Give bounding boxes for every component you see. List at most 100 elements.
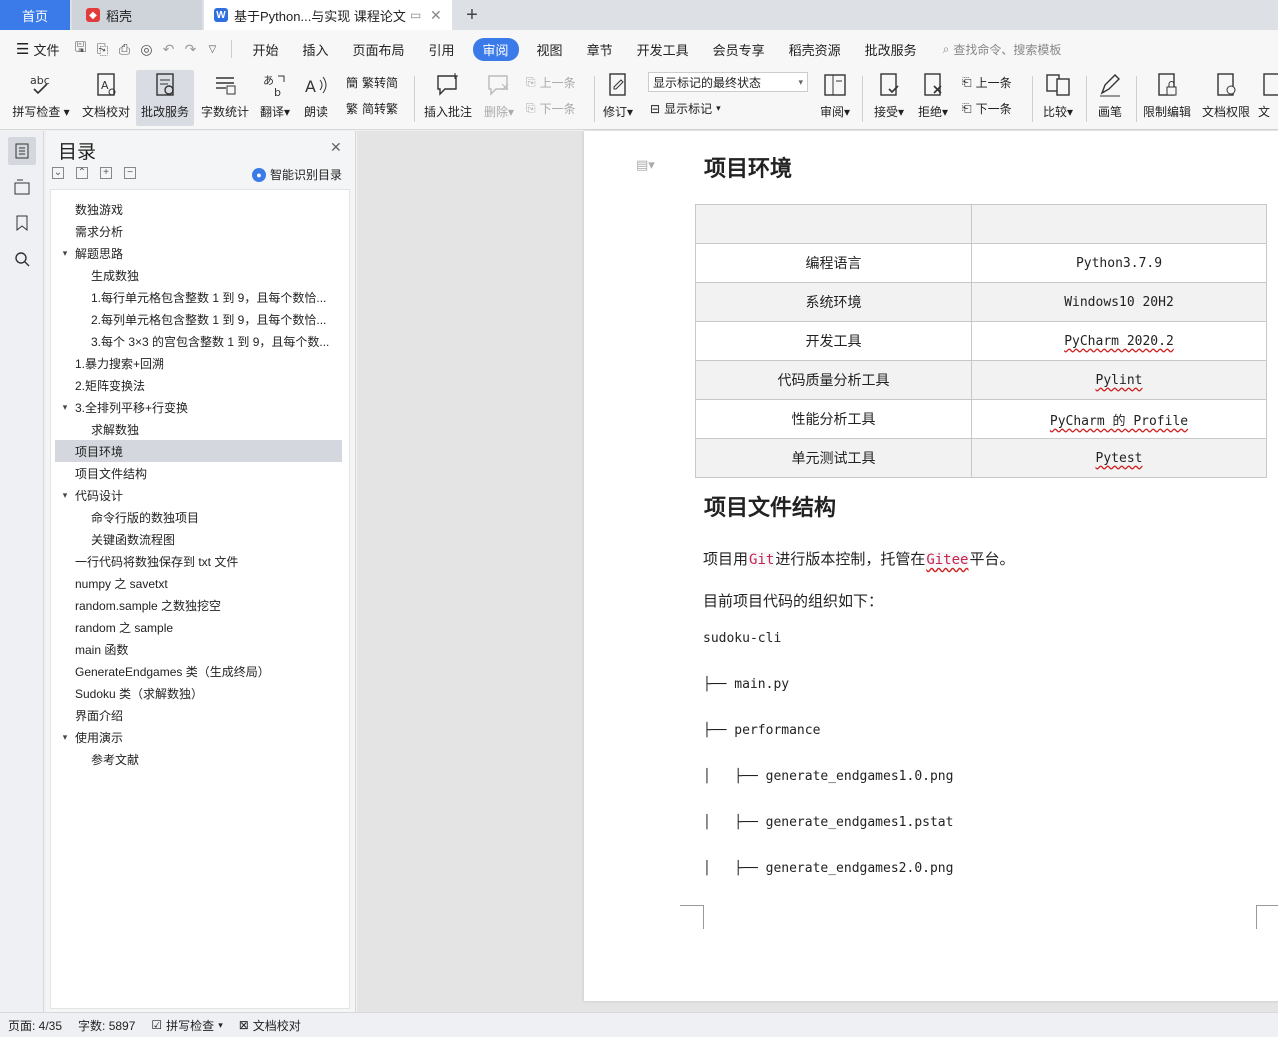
save-icon[interactable]: 🖫 [69, 38, 91, 60]
toc-item[interactable]: 项目文件结构 [55, 462, 342, 484]
review-pane-button[interactable]: 审阅▾ [816, 70, 854, 126]
bookmark-icon[interactable] [8, 209, 36, 237]
menu-tab-2[interactable]: 页面布局 [341, 40, 417, 59]
prev-comment-button[interactable]: ⎘ 上一条 [526, 74, 576, 91]
track-changes-button[interactable]: 修订▾ [600, 70, 636, 126]
tab-home[interactable]: 首页 [0, 0, 70, 30]
toc-item[interactable]: ▾ 代码设计 [55, 484, 342, 506]
tab-daoke[interactable]: ◆ 稻壳 [72, 0, 202, 30]
restrict-edit-button[interactable]: 限制编辑 [1140, 70, 1194, 126]
toc-item[interactable]: ▾ 3.全排列平移+行变换 [55, 396, 342, 418]
toc-item[interactable]: 需求分析 [55, 220, 342, 242]
next-change-button[interactable]: ⎗ 下一条 [962, 100, 1012, 117]
toc-item[interactable]: main 函数 [55, 638, 342, 660]
markup-state-select[interactable]: 显示标记的最终状态 ▾ [648, 72, 808, 92]
spellcheck-icon: abc [27, 70, 55, 100]
toc-item[interactable]: Sudoku 类（求解数独） [55, 682, 342, 704]
export-pdf-icon[interactable]: ⎘ [91, 38, 113, 60]
prev-change-button[interactable]: ⎗ 上一条 [962, 74, 1012, 91]
smart-toc-button[interactable]: ● 智能识别目录 [252, 166, 342, 183]
accept-icon [875, 70, 903, 100]
menu-tab-1[interactable]: 插入 [290, 40, 340, 59]
menu-tab-0[interactable]: 开始 [240, 40, 290, 59]
menu-tab-10[interactable]: 批改服务 [853, 40, 929, 59]
trad-to-simp-button[interactable]: 簡繁转简 [346, 74, 398, 91]
menu-tab-7[interactable]: 开发工具 [625, 40, 701, 59]
chapter-nav-icon[interactable] [8, 173, 36, 201]
command-search[interactable]: ⌕ 查找命令、搜索模板 [943, 41, 1062, 58]
delete-comment-button[interactable]: 删除▾ [480, 70, 518, 126]
simp-to-trad-button[interactable]: 繁简转繁 [346, 100, 398, 117]
toc-item[interactable]: 项目环境 [55, 440, 342, 462]
paragraph-handle-icon[interactable]: ▤▾ [636, 157, 655, 173]
chevron-down-icon[interactable]: ▾ [59, 732, 71, 743]
doc-proof-status[interactable]: ⊠ 文档校对 [231, 1017, 309, 1034]
compare-label: 比较 [1042, 105, 1067, 119]
menu-tab-9[interactable]: 稻壳资源 [777, 40, 853, 59]
doc-more-button[interactable]: 文 [1258, 70, 1278, 126]
toc-item[interactable]: 生成数独 [55, 264, 342, 286]
toc-panel-icon[interactable] [8, 137, 36, 165]
file-menu[interactable]: ☰ 文件 [0, 40, 69, 59]
accept-button[interactable]: 接受▾ [870, 70, 908, 126]
toc-item[interactable]: 数独游戏 [55, 198, 342, 220]
toc-item[interactable]: 3.每个 3×3 的宫包含整数 1 到 9，且每个数... [55, 330, 342, 352]
read-aloud-button[interactable]: A 朗读 [298, 70, 334, 126]
toc-item[interactable]: 求解数独 [55, 418, 342, 440]
grading-service-button[interactable]: 批改服务 [136, 70, 194, 126]
show-markup-button[interactable]: ⊟ 显示标记 ▾ [650, 100, 721, 117]
next-comment-button[interactable]: ⎘ 下一条 [526, 100, 576, 117]
menu-tab-8[interactable]: 会员专享 [701, 40, 777, 59]
doc-permission-button[interactable]: 文档权限 [1198, 70, 1254, 126]
close-icon[interactable]: ✕ [330, 139, 342, 156]
toc-item[interactable]: numpy 之 savetxt [55, 572, 342, 594]
print-icon[interactable]: ⎙ [113, 38, 135, 60]
close-tab-icon[interactable]: ✕ [430, 7, 442, 24]
expand-level-icon[interactable]: + [100, 167, 112, 179]
toc-item[interactable]: 命令行版的数独项目 [55, 506, 342, 528]
menu-tab-3[interactable]: 引用 [417, 40, 467, 59]
expand-all-icon[interactable]: ⌄ [52, 167, 64, 179]
toc-item[interactable]: ▾ 解题思路 [55, 242, 342, 264]
toc-item[interactable]: random.sample 之数独挖空 [55, 594, 342, 616]
toc-item[interactable]: 关键函数流程图 [55, 528, 342, 550]
menu-tab-5[interactable]: 视图 [525, 40, 575, 59]
spellcheck-status[interactable]: ☑ 拼写检查 ▾ [143, 1017, 230, 1034]
print-preview-icon[interactable]: ◎ [135, 38, 157, 60]
tab-document[interactable]: W 基于Python...与实现 课程论文 ▭ ✕ [204, 0, 452, 30]
toc-item[interactable]: ▾ 使用演示 [55, 726, 342, 748]
word-count-indicator[interactable]: 字数: 5897 [70, 1017, 143, 1034]
toc-item[interactable]: 2.每列单元格包含整数 1 到 9，且每个数恰... [55, 308, 342, 330]
search-icon[interactable] [8, 245, 36, 273]
chevron-down-icon[interactable]: ▾ [59, 248, 71, 259]
pin-icon[interactable]: ▭ [410, 8, 421, 22]
toc-item[interactable]: GenerateEndgames 类（生成终局） [55, 660, 342, 682]
undo-icon[interactable]: ↶ [157, 38, 179, 60]
collapse-all-icon[interactable]: ⌃ [76, 167, 88, 179]
chevron-down-icon[interactable]: ▾ [59, 402, 71, 413]
menu-tab-4[interactable]: 审阅 [472, 37, 519, 61]
doc-proof-button[interactable]: A 文档校对 [78, 70, 134, 126]
reject-button[interactable]: 拒绝▾ [914, 70, 952, 126]
new-tab-button[interactable]: + [458, 0, 486, 30]
quick-access-dropdown-icon[interactable]: ▽ [201, 38, 223, 60]
toc-item[interactable]: random 之 sample [55, 616, 342, 638]
toc-item[interactable]: 参考文献 [55, 748, 342, 770]
menu-tab-6[interactable]: 章节 [575, 40, 625, 59]
collapse-level-icon[interactable]: − [124, 167, 136, 179]
redo-icon[interactable]: ↷ [179, 38, 201, 60]
toc-item[interactable]: 1.暴力搜索+回溯 [55, 352, 342, 374]
pen-button[interactable]: 画笔 [1092, 70, 1128, 126]
toc-item[interactable]: 界面介绍 [55, 704, 342, 726]
spellcheck-button[interactable]: abc 拼写检查 ▾ [10, 70, 72, 126]
toc-item[interactable]: 1.每行单元格包含整数 1 到 9，且每个数恰... [55, 286, 342, 308]
insert-comment-button[interactable]: 插入批注 [420, 70, 476, 126]
compare-button[interactable]: 比较▾ [1038, 70, 1078, 126]
translate-button[interactable]: あb 翻译▾ [256, 70, 294, 126]
word-count-button[interactable]: 字数统计 [198, 70, 252, 126]
page-indicator[interactable]: 页面: 4/35 [0, 1017, 70, 1034]
toc-item[interactable]: 2.矩阵变换法 [55, 374, 342, 396]
chevron-down-icon[interactable]: ▾ [59, 490, 71, 501]
toc-item[interactable]: 一行代码将数独保存到 txt 文件 [55, 550, 342, 572]
document-page[interactable]: ▤▾ 项目环境 编程语言 Python3.7.9 系统环境 Windows10 20H… [584, 131, 1278, 1001]
